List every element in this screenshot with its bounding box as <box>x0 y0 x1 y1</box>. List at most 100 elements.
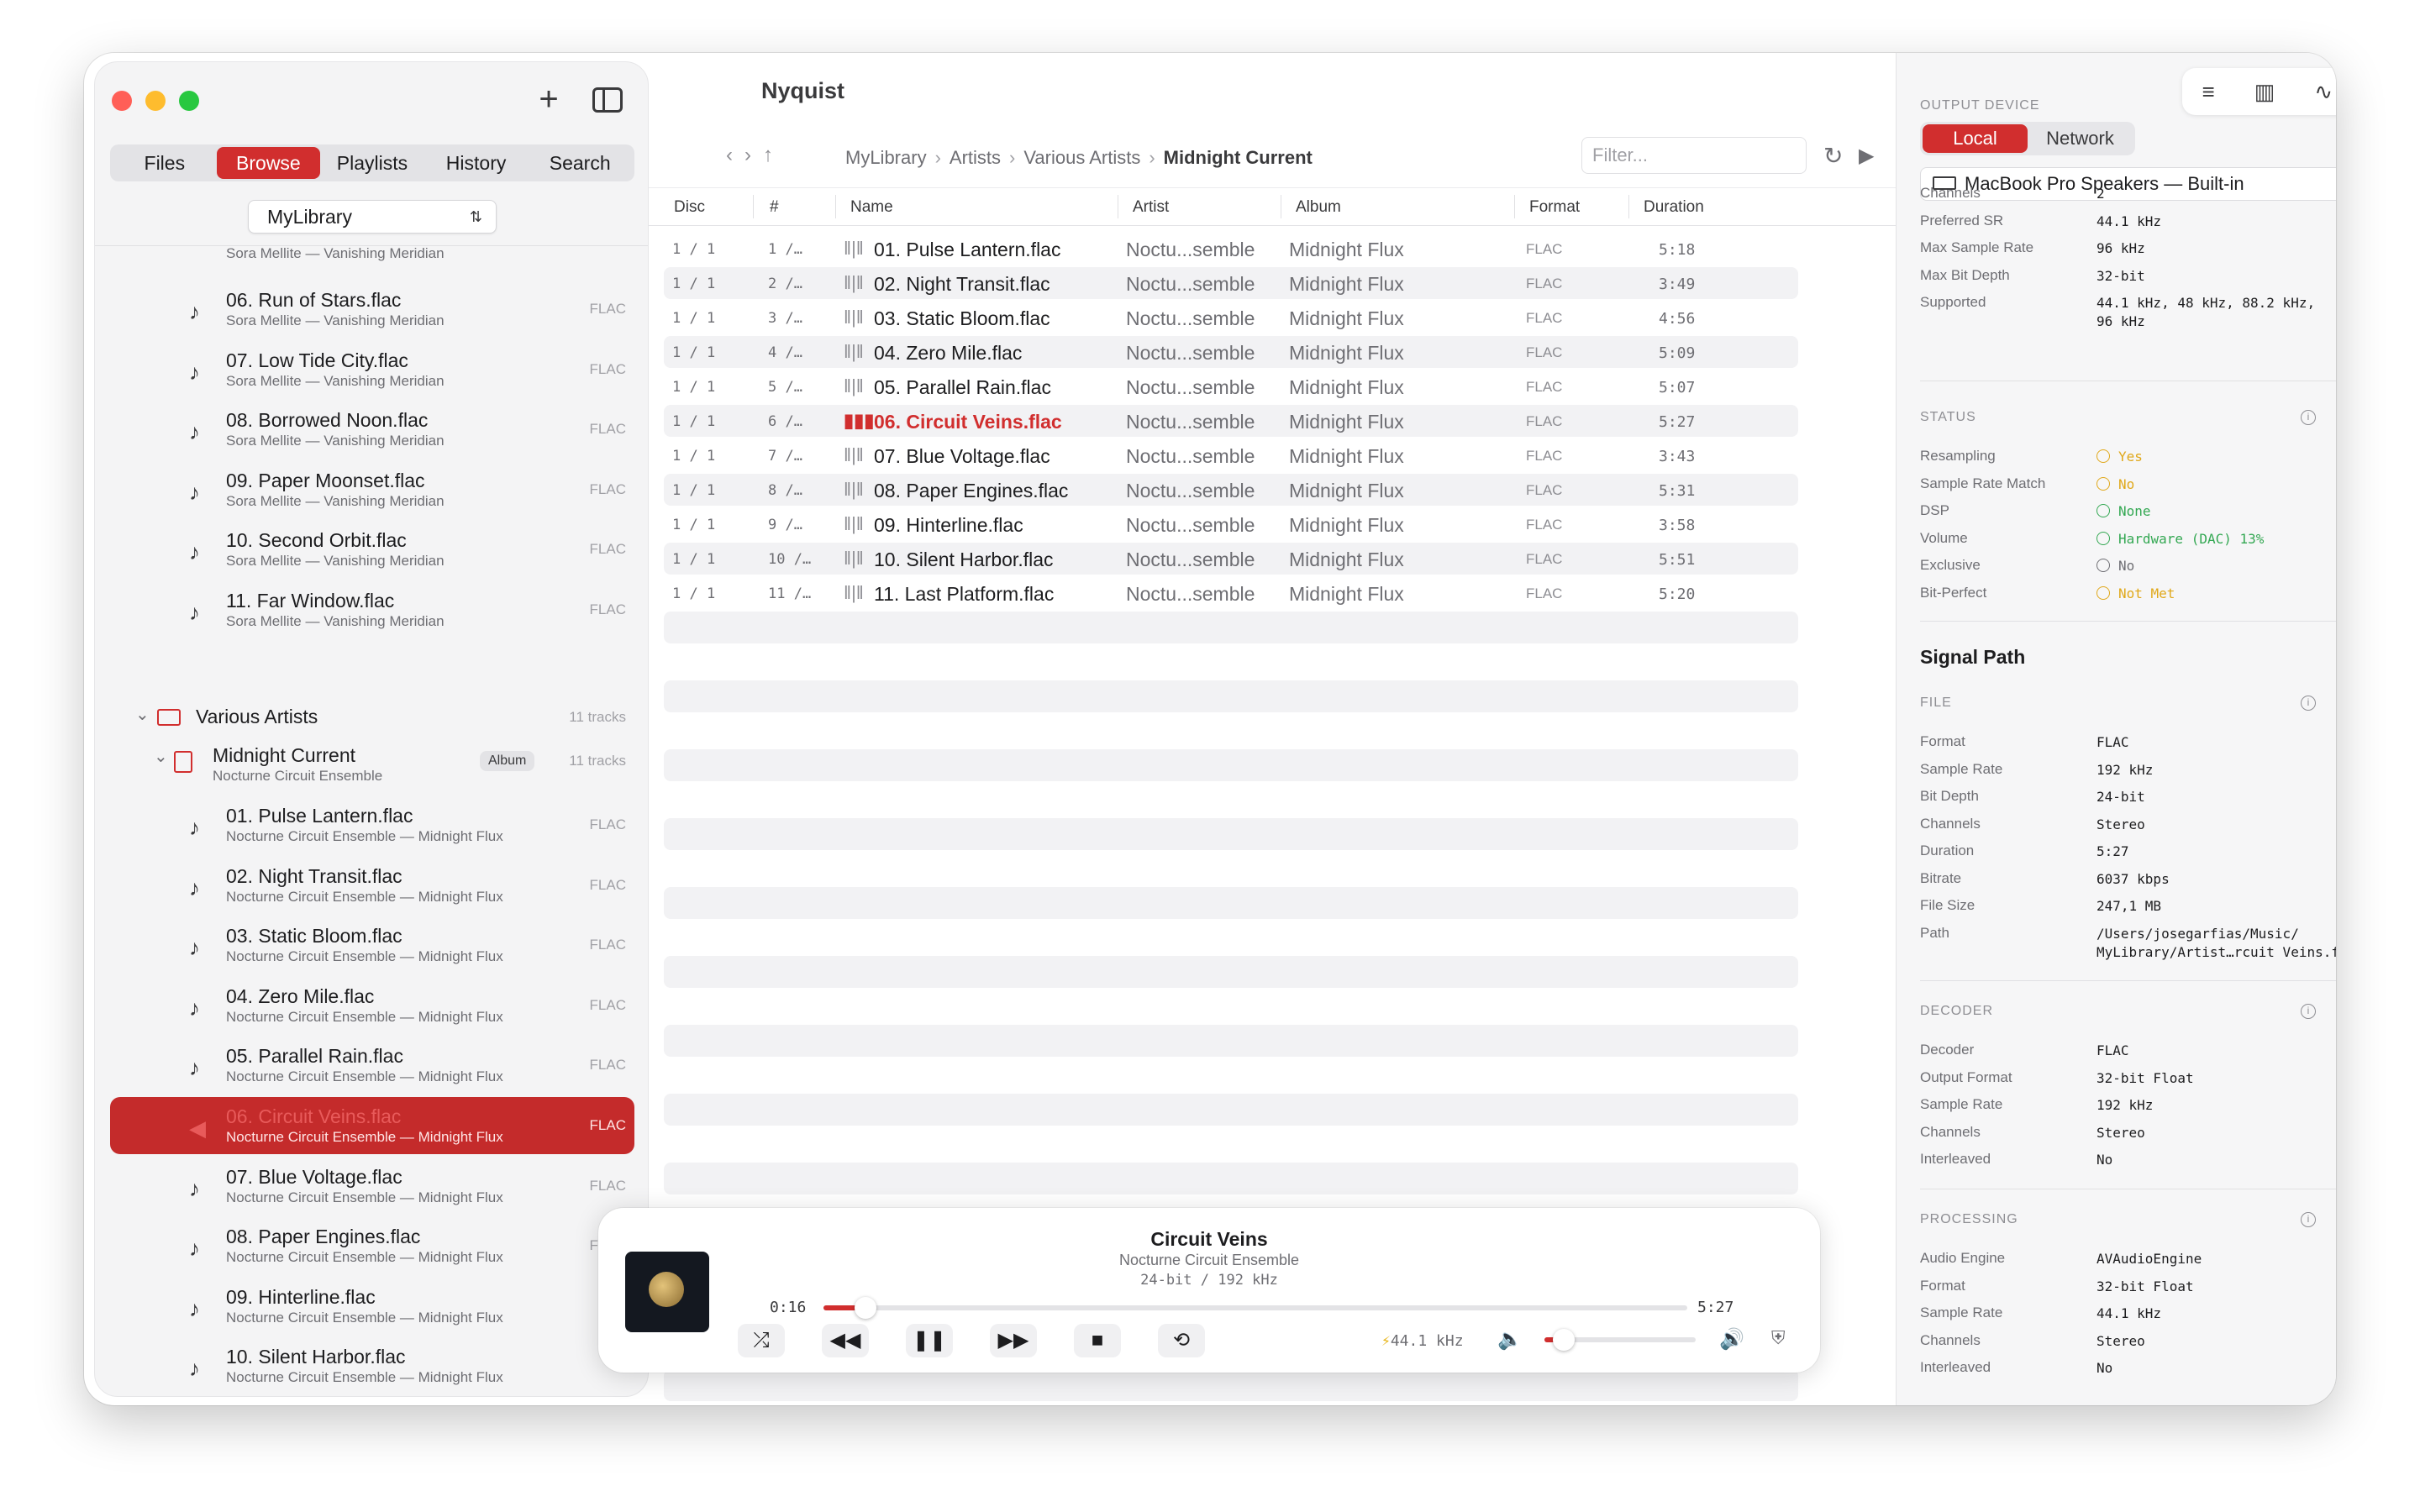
column-format[interactable]: Format <box>1529 198 1580 217</box>
tab-playlists[interactable]: Playlists <box>320 147 424 179</box>
track-artist: Noctu...semble <box>1126 307 1255 329</box>
speaker-high-icon[interactable]: 🔊 <box>1719 1327 1744 1352</box>
breadcrumb-item[interactable]: Artists <box>950 147 1001 169</box>
tab-files[interactable]: Files <box>113 147 217 179</box>
tree-track-item[interactable]: ♪ 02. Night Transit.flac Nocturne Circuit … <box>110 857 634 914</box>
reload-icon[interactable]: ↻ <box>1823 142 1843 170</box>
pause-icon[interactable]: ❚❚ <box>906 1324 953 1357</box>
plus-icon[interactable]: + <box>530 82 567 119</box>
tree-track-item[interactable]: ◀ 06. Circuit Veins.flac Nocturne Circuit … <box>110 1097 634 1154</box>
output-mode-local[interactable]: Local <box>1923 124 2028 153</box>
panel-toggle-icon[interactable]: ▥ <box>2254 79 2275 105</box>
track-format: FLAC <box>1526 379 1563 395</box>
minimize-window-button[interactable] <box>145 91 166 111</box>
tree-track-item[interactable]: ♪ 09. Hinterline.flac Nocturne Circuit Ens… <box>110 1278 634 1335</box>
tree-track-item[interactable]: ♪ 07. Low Tide City.flac Sora Mellite — Va… <box>110 341 634 398</box>
breadcrumb-item[interactable]: MyLibrary <box>845 147 927 169</box>
waveform-icon[interactable]: ∿ <box>2314 79 2333 105</box>
zoom-window-button[interactable] <box>179 91 199 111</box>
table-row[interactable]: 1 / 1 9 /… ‖|‖ 09. Hinterline.flac Noctu...s… <box>664 508 1798 540</box>
divider <box>1920 980 2336 981</box>
table-row[interactable]: 1 / 1 3 /… ‖|‖ 03. Static Bloom.flac Noctu..… <box>664 302 1798 333</box>
play-icon[interactable]: ▶ <box>1859 144 1874 168</box>
rewind-icon[interactable]: ◀◀ <box>822 1324 869 1357</box>
inspector-panel: ≡ ▥ ∿ ▯ OUTPUT DEVICE Local Network MacB… <box>1896 53 2336 1405</box>
column-duration[interactable]: Duration <box>1644 198 1704 217</box>
column-name[interactable]: Name <box>850 198 893 217</box>
tree-track-item[interactable]: ♪ 06. Run of Stars.flac Sora Mellite — Van… <box>110 281 634 338</box>
breadcrumb-item[interactable]: Various Artists <box>1023 147 1140 169</box>
empty-row <box>664 1094 1798 1126</box>
table-header: Disc # Name Artist Album Format Duration <box>649 187 1896 226</box>
speaker-low-icon[interactable]: 🔈 <box>1497 1327 1523 1352</box>
table-row[interactable]: 1 / 1 7 /… ‖|‖ 07. Blue Voltage.flac Noctu..… <box>664 439 1798 471</box>
table-row[interactable]: 1 / 1 4 /… ‖|‖ 04. Zero Mile.flac Noctu...se… <box>664 336 1798 368</box>
column-disc[interactable]: Disc <box>674 198 705 217</box>
shuffle-icon[interactable]: ⤮ <box>738 1324 785 1357</box>
back-icon[interactable]: ‹ <box>726 144 733 167</box>
tree-album-midnight-current[interactable]: ⌄ Midnight Current Nocturne Circuit Ense… <box>110 743 634 791</box>
info-icon[interactable]: i <box>2301 1004 2316 1019</box>
up-arrow-icon[interactable]: ↑ <box>763 144 773 167</box>
table-row[interactable]: 1 / 1 11 /… ‖|‖ 11. Last Platform.flac Noctu… <box>664 577 1798 609</box>
tab-search[interactable]: Search <box>528 147 632 179</box>
property-value-text: Not Met <box>2118 585 2175 601</box>
table-row[interactable]: 1 / 1 6 /… ▮▮▮ 06. Circuit Veins.flac Noctu.… <box>664 405 1798 437</box>
tree-track-item[interactable]: ♪ 08. Borrowed Noon.flac Sora Mellite — Va… <box>110 401 634 458</box>
property-label: DSP <box>1920 502 1949 518</box>
tree-folder-various-artists[interactable]: ⌄ Various Artists 11 tracks <box>110 701 634 734</box>
tree-track-item[interactable]: ♪ 08. Paper Engines.flac Nocturne Circuit … <box>110 1217 634 1274</box>
table-row[interactable]: 1 / 1 10 /… ‖|‖ 10. Silent Harbor.flac Noctu… <box>664 543 1798 575</box>
tab-history[interactable]: History <box>424 147 529 179</box>
track-number: 10 /… <box>768 551 812 568</box>
tree-track-item[interactable]: ♪ 05. Parallel Rain.flac Nocturne Circuit … <box>110 1037 634 1094</box>
table-row[interactable]: 1 / 1 5 /… ‖|‖ 05. Parallel Rain.flac Noctu.… <box>664 370 1798 402</box>
close-window-button[interactable] <box>112 91 132 111</box>
info-icon[interactable]: i <box>2301 696 2316 711</box>
track-subtitle: Nocturne Circuit Ensemble — Midnight Flu… <box>226 1309 503 1326</box>
table-row[interactable]: 1 / 1 1 /… ‖|‖ 01. Pulse Lantern.flac Noctu.… <box>664 233 1798 265</box>
signal-path-title: Signal Path <box>1920 646 2026 668</box>
volume-slider[interactable] <box>1544 1329 1696 1351</box>
property-label: Channels <box>1920 815 1981 832</box>
chevron-down-icon[interactable]: ⌄ <box>154 746 168 767</box>
output-mode-network[interactable]: Network <box>2028 124 2133 153</box>
forward-icon[interactable]: › <box>744 144 751 167</box>
property-label: Format <box>1920 1277 1965 1294</box>
status-circle-icon <box>2096 504 2110 517</box>
column-artist[interactable]: Artist <box>1133 198 1169 217</box>
fast-forward-icon[interactable]: ▶▶ <box>990 1324 1037 1357</box>
sidebar-toggle-icon[interactable] <box>592 87 623 113</box>
seek-slider[interactable] <box>823 1297 1687 1319</box>
tree-track-item[interactable]: ♪ 07. Blue Voltage.flac Nocturne Circuit E… <box>110 1158 634 1215</box>
tree-track-item[interactable]: ♪ 04. Zero Mile.flac Nocturne Circuit Ense… <box>110 977 634 1034</box>
column-album[interactable]: Album <box>1296 198 1341 217</box>
chevron-down-icon[interactable]: ⌄ <box>135 704 150 725</box>
library-select[interactable]: MyLibrary ⇅ <box>248 200 497 234</box>
tab-browse[interactable]: Browse <box>216 147 321 179</box>
volume-slider-knob[interactable] <box>1553 1329 1576 1351</box>
table-row[interactable]: 1 / 1 2 /… ‖|‖ 02. Night Transit.flac Noctu.… <box>664 267 1798 299</box>
track-format: FLAC <box>1526 482 1563 498</box>
info-icon[interactable]: i <box>2301 410 2316 425</box>
shield-icon[interactable]: ⛨ <box>1771 1327 1786 1349</box>
tree-track-item[interactable]: ♪ 11. Far Window.flac Sora Mellite — Vanis… <box>110 581 634 638</box>
table-row[interactable]: 1 / 1 8 /… ‖|‖ 08. Paper Engines.flac Noctu.… <box>664 474 1798 506</box>
tree-track-item[interactable]: ♪ 10. Second Orbit.flac Sora Mellite — Van… <box>110 521 634 578</box>
track-subtitle: Nocturne Circuit Ensemble — Midnight Flu… <box>226 1008 503 1025</box>
track-name: 04. Zero Mile.flac <box>874 342 1023 364</box>
seek-slider-knob[interactable] <box>855 1297 877 1319</box>
filter-input[interactable]: Filter... <box>1581 137 1807 174</box>
property-label: Sample Rate <box>1920 1096 2003 1112</box>
info-icon[interactable]: i <box>2301 1212 2316 1227</box>
tree-track-item[interactable]: ♪ 03. Static Bloom.flac Nocturne Circuit E… <box>110 916 634 974</box>
track-duration: 5:07 <box>1659 379 1696 396</box>
repeat-icon[interactable]: ⟲ <box>1158 1324 1205 1357</box>
stop-icon[interactable]: ■ <box>1074 1324 1121 1357</box>
queue-icon[interactable]: ≡ <box>2202 79 2215 105</box>
tree-track-item[interactable]: ♪ 01. Pulse Lantern.flac Nocturne Circuit … <box>110 796 634 853</box>
output-device-select[interactable]: MacBook Pro Speakers — Built-in ⇅ <box>1920 167 2336 201</box>
column-number[interactable]: # <box>770 198 779 217</box>
tree-track-item[interactable]: ♪ 09. Paper Moonset.flac Sora Mellite — Va… <box>110 461 634 518</box>
tree-track-item[interactable]: ♪ 10. Silent Harbor.flac Nocturne Circuit … <box>110 1337 634 1394</box>
